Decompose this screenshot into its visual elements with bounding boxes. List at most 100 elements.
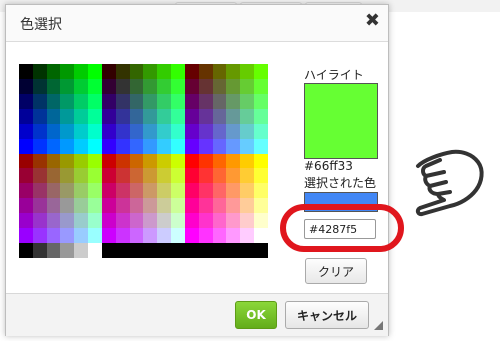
color-swatch[interactable] [74,93,89,109]
color-swatch[interactable] [198,198,213,214]
color-swatch[interactable] [19,138,33,154]
color-swatch[interactable] [19,64,33,79]
color-swatch[interactable] [226,213,241,229]
color-swatch[interactable] [101,93,116,109]
close-icon[interactable]: ✖ [365,10,380,31]
color-swatch[interactable] [74,78,89,94]
color-swatch[interactable] [157,183,172,199]
clear-button[interactable]: クリア [305,258,367,284]
color-swatch[interactable] [212,213,227,229]
color-swatch[interactable] [115,243,130,258]
color-swatch[interactable] [254,213,268,229]
color-swatch[interactable] [171,198,185,214]
color-swatch[interactable] [254,108,268,124]
color-swatch[interactable] [19,168,33,184]
color-swatch[interactable] [143,78,158,94]
color-swatch[interactable] [19,243,33,258]
color-swatch[interactable] [129,123,144,139]
color-swatch[interactable] [226,64,241,79]
color-swatch[interactable] [101,243,116,258]
color-swatch[interactable] [240,153,255,169]
color-swatch[interactable] [101,138,116,154]
color-swatch[interactable] [32,93,47,109]
color-swatch[interactable] [254,153,268,169]
color-swatch[interactable] [129,213,144,229]
color-swatch[interactable] [88,78,102,94]
color-swatch[interactable] [171,123,185,139]
color-swatch[interactable] [184,108,199,124]
color-swatch[interactable] [171,138,185,154]
color-swatch[interactable] [226,93,241,109]
color-swatch[interactable] [212,78,227,94]
color-swatch[interactable] [198,168,213,184]
color-swatch[interactable] [184,93,199,109]
color-swatch[interactable] [19,183,33,199]
color-swatch[interactable] [157,93,172,109]
color-swatch[interactable] [129,153,144,169]
color-swatch[interactable] [157,213,172,229]
color-swatch[interactable] [171,168,185,184]
color-swatch[interactable] [88,93,102,109]
color-swatch[interactable] [198,78,213,94]
color-swatch[interactable] [60,198,75,214]
color-swatch[interactable] [240,213,255,229]
color-swatch[interactable] [198,243,213,258]
color-swatch[interactable] [157,138,172,154]
color-swatch[interactable] [171,93,185,109]
color-swatch[interactable] [32,168,47,184]
color-swatch[interactable] [46,243,61,258]
color-swatch[interactable] [198,138,213,154]
color-swatch[interactable] [143,93,158,109]
highlight-color-swatch[interactable] [304,83,378,159]
color-swatch[interactable] [115,153,130,169]
color-swatch[interactable] [184,168,199,184]
color-swatch[interactable] [143,138,158,154]
color-swatch[interactable] [46,123,61,139]
color-swatch[interactable] [88,168,102,184]
color-swatch[interactable] [184,243,199,258]
color-swatch[interactable] [157,168,172,184]
color-swatch[interactable] [129,198,144,214]
color-swatch[interactable] [254,183,268,199]
color-swatch[interactable] [60,243,75,258]
color-swatch[interactable] [143,183,158,199]
color-swatch[interactable] [101,198,116,214]
color-swatch[interactable] [129,93,144,109]
color-swatch[interactable] [88,138,102,154]
color-swatch[interactable] [19,123,33,139]
color-swatch[interactable] [226,183,241,199]
color-swatch[interactable] [212,108,227,124]
color-swatch[interactable] [143,153,158,169]
color-swatch[interactable] [184,183,199,199]
color-swatch[interactable] [74,168,89,184]
color-swatch[interactable] [212,64,227,79]
color-swatch[interactable] [254,123,268,139]
color-swatch[interactable] [88,183,102,199]
color-swatch[interactable] [240,108,255,124]
color-swatch[interactable] [226,168,241,184]
color-swatch[interactable] [101,168,116,184]
color-swatch[interactable] [32,183,47,199]
color-swatch[interactable] [240,168,255,184]
cancel-button[interactable]: キャンセル [285,301,369,329]
color-swatch[interactable] [115,228,130,244]
color-swatch[interactable] [184,64,199,79]
color-swatch[interactable] [46,198,61,214]
color-swatch[interactable] [254,198,268,214]
color-swatch[interactable] [129,64,144,79]
color-swatch[interactable] [198,183,213,199]
color-swatch[interactable] [143,243,158,258]
color-swatch[interactable] [46,93,61,109]
color-swatch[interactable] [88,213,102,229]
color-swatch[interactable] [32,198,47,214]
color-swatch[interactable] [74,138,89,154]
color-swatch[interactable] [240,123,255,139]
color-swatch[interactable] [240,138,255,154]
color-swatch[interactable] [74,243,89,258]
color-swatch[interactable] [60,64,75,79]
color-swatch[interactable] [184,153,199,169]
color-swatch[interactable] [19,153,33,169]
color-swatch[interactable] [198,93,213,109]
color-swatch[interactable] [115,168,130,184]
color-swatch[interactable] [32,228,47,244]
